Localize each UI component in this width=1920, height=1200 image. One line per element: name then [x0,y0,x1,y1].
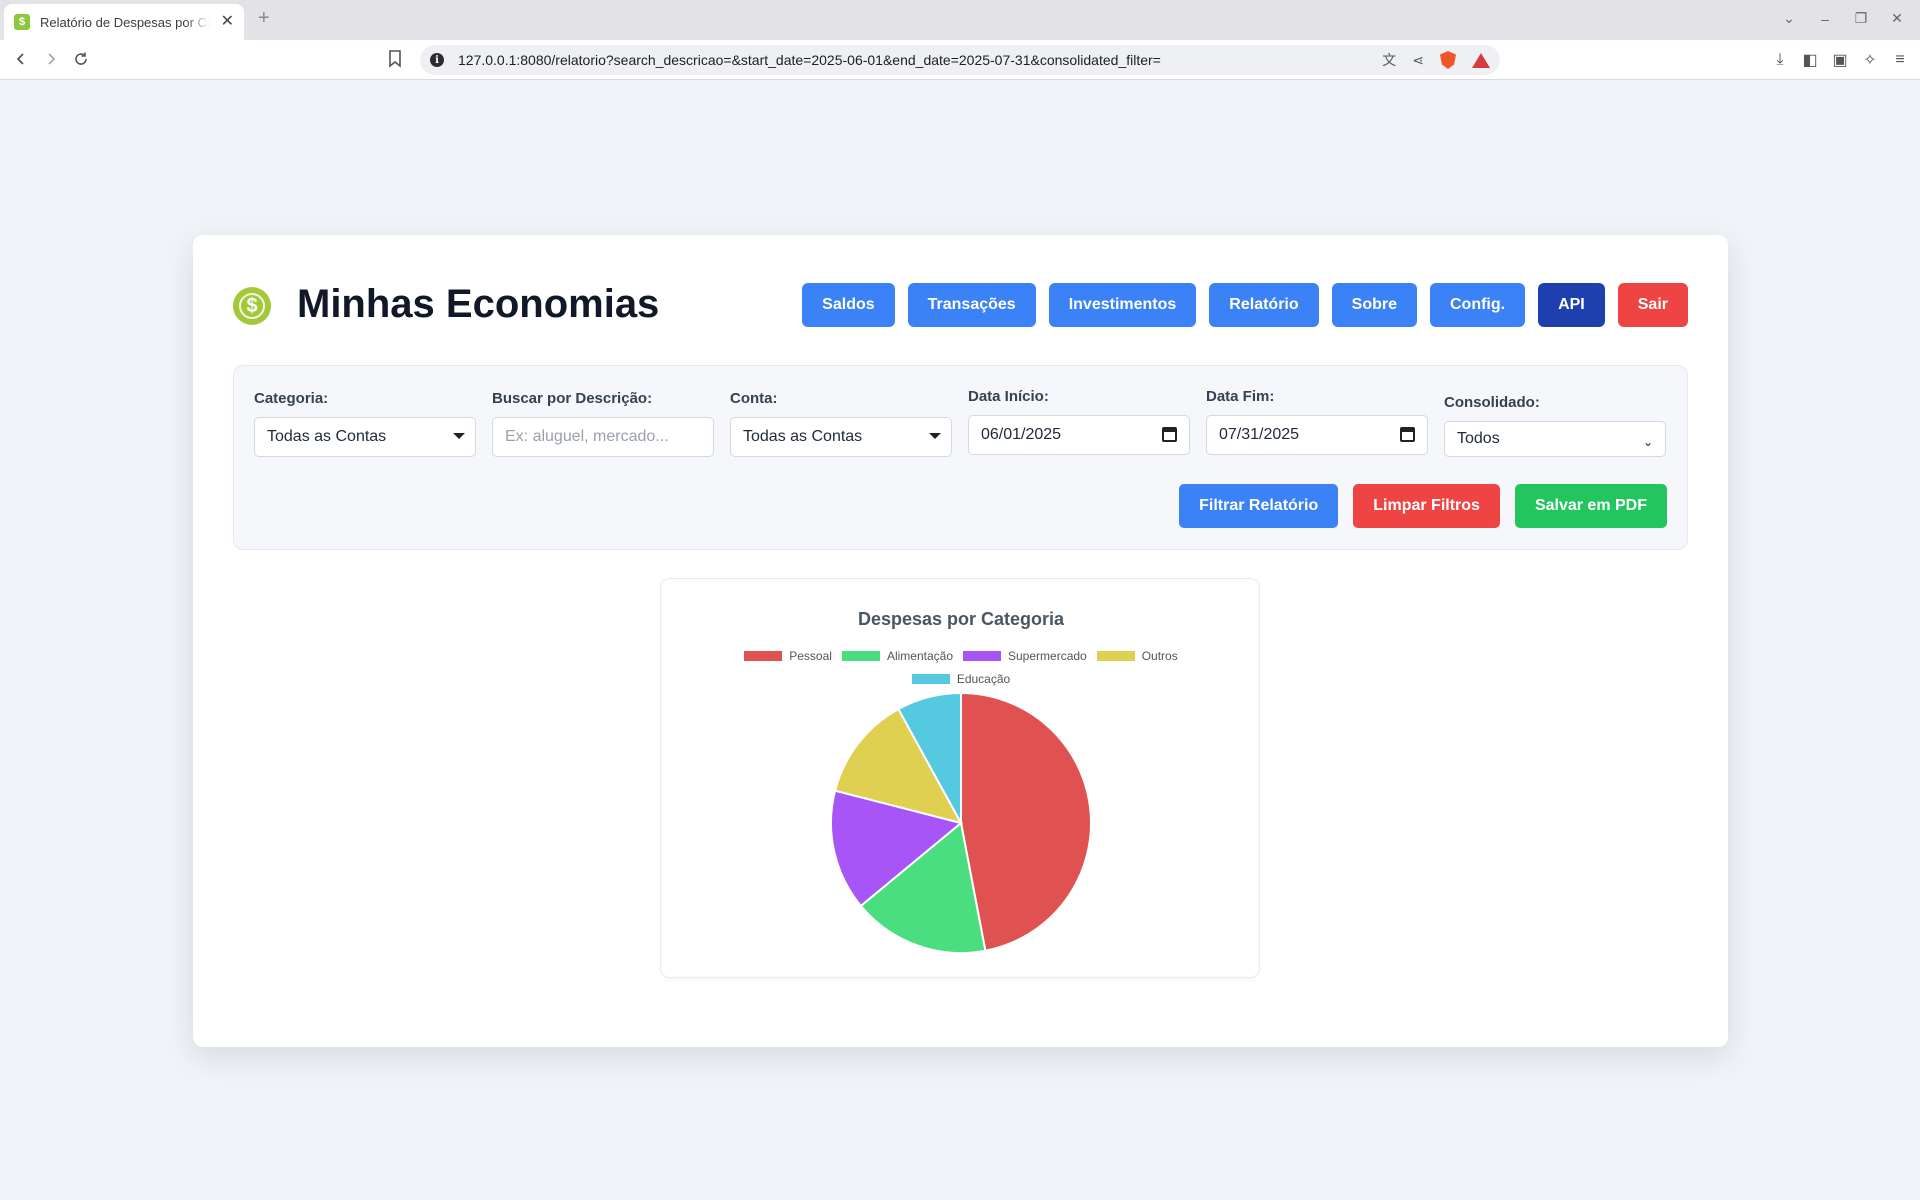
share-icon[interactable]: ⋖ [1412,52,1424,69]
data-inicio-group: Data Início: 06/01/2025 [968,388,1190,455]
nav-sair-button[interactable]: Sair [1617,283,1688,327]
main-card: $ Minhas Economias Saldos Transações Inv… [193,235,1728,1047]
minimize-icon[interactable]: – [1818,11,1832,27]
calendar-icon[interactable] [1162,427,1177,442]
download-icon[interactable]: ⤓ [1772,51,1788,69]
tab-list-chevron-icon[interactable]: ⌄ [1782,10,1796,27]
brave-rewards-icon[interactable] [1472,52,1490,68]
consolidado-value: Todos [1457,430,1500,447]
new-tab-icon[interactable]: + [258,8,270,28]
expenses-chart-card: Despesas por Categoria Pessoal Alimentaçã… [660,578,1260,978]
data-inicio-value: 06/01/2025 [981,426,1062,443]
nav-relatorio-button[interactable]: Relatório [1209,283,1319,327]
filters-panel: Categoria: Todas as Contas Buscar por De… [233,365,1688,550]
favicon-icon: $ [14,14,30,30]
conta-label: Conta: [730,390,778,407]
translate-icon[interactable]: 文 [1382,50,1396,70]
conta-group: Conta: Todas as Contas [730,390,952,457]
browser-toolbar: i 127.0.0.1:8080/relatorio?search_descri… [0,40,1920,80]
chevron-down-icon: ⌄ [1642,435,1653,449]
close-tab-icon[interactable]: ✕ [221,14,234,30]
categoria-label: Categoria: [254,390,329,407]
menu-icon[interactable]: ≡ [1892,51,1908,69]
nav-config-button[interactable]: Config. [1429,283,1526,327]
bookmark-icon[interactable] [388,50,402,68]
forward-icon[interactable] [40,48,62,70]
app-title: Minhas Economias [297,282,660,326]
nav-investimentos-button[interactable]: Investimentos [1048,283,1197,327]
pie-slice-pessoal[interactable] [960,691,1092,952]
caret-down-icon [453,433,465,439]
categoria-value: Todas as Contas [267,428,387,445]
nav-transacoes-button[interactable]: Transações [907,283,1036,327]
descricao-placeholder: Ex: aluguel, mercado... [505,428,669,445]
site-info-icon[interactable]: i [430,53,444,67]
data-inicio-label: Data Início: [968,388,1049,405]
nav-api-button[interactable]: API [1538,283,1605,327]
salvar-pdf-button[interactable]: Salvar em PDF [1514,484,1667,528]
filtrar-relatorio-button[interactable]: Filtrar Relatório [1179,484,1339,528]
categoria-group: Categoria: Todas as Contas [254,390,476,457]
descricao-search-input[interactable]: Ex: aluguel, mercado... [492,417,714,457]
consolidado-group: Consolidado: Todos ⌄ [1444,394,1666,457]
address-bar[interactable]: i 127.0.0.1:8080/relatorio?search_descri… [420,45,1500,75]
logo-icon: $ [233,287,271,325]
nav-sobre-button[interactable]: Sobre [1331,283,1417,327]
brave-shields-icon[interactable] [1440,51,1456,69]
descricao-group: Buscar por Descrição: Ex: aluguel, merca… [492,390,714,457]
categoria-select[interactable]: Todas as Contas [254,417,476,457]
conta-select[interactable]: Todas as Contas [730,417,952,457]
data-fim-label: Data Fim: [1206,388,1275,405]
data-fim-group: Data Fim: 07/31/2025 [1206,388,1428,455]
conta-value: Todas as Contas [743,428,863,445]
calendar-icon[interactable] [1400,427,1415,442]
tab-title: Relatório de Despesas por Categoria [40,14,210,30]
data-inicio-input[interactable]: 06/01/2025 [968,415,1190,455]
data-fim-input[interactable]: 07/31/2025 [1206,415,1428,455]
consolidado-select[interactable]: Todos ⌄ [1444,421,1666,457]
browser-tabstrip: $ Relatório de Despesas por Categoria ✕ … [0,0,1920,40]
leo-ai-icon[interactable]: ✧ [1862,50,1878,70]
descricao-label: Buscar por Descrição: [492,390,653,407]
browser-tab[interactable]: $ Relatório de Despesas por Categoria ✕ [4,4,244,40]
browser-right-tools: ⤓ ◧ ▣ ✧ ≡ [1772,50,1908,70]
reload-icon[interactable] [70,48,92,70]
nav-saldos-button[interactable]: Saldos [802,283,895,327]
consolidado-label: Consolidado: [1444,394,1540,411]
limpar-filtros-button[interactable]: Limpar Filtros [1353,484,1500,528]
url-text[interactable]: 127.0.0.1:8080/relatorio?search_descrica… [458,52,1161,68]
filter-actions: Filtrar Relatório Limpar Filtros Salvar … [1179,484,1667,528]
close-window-icon[interactable]: ✕ [1890,10,1904,27]
wallet-icon[interactable]: ▣ [1832,50,1848,70]
sidebar-icon[interactable]: ◧ [1802,50,1818,70]
restore-icon[interactable]: ❐ [1854,10,1868,27]
back-icon[interactable] [10,48,32,70]
main-nav: Saldos Transações Investimentos Relatóri… [802,283,1688,327]
caret-down-icon [929,433,941,439]
window-controls: ⌄ – ❐ ✕ [1782,10,1904,27]
pie-chart [830,691,1092,954]
data-fim-value: 07/31/2025 [1219,426,1300,443]
